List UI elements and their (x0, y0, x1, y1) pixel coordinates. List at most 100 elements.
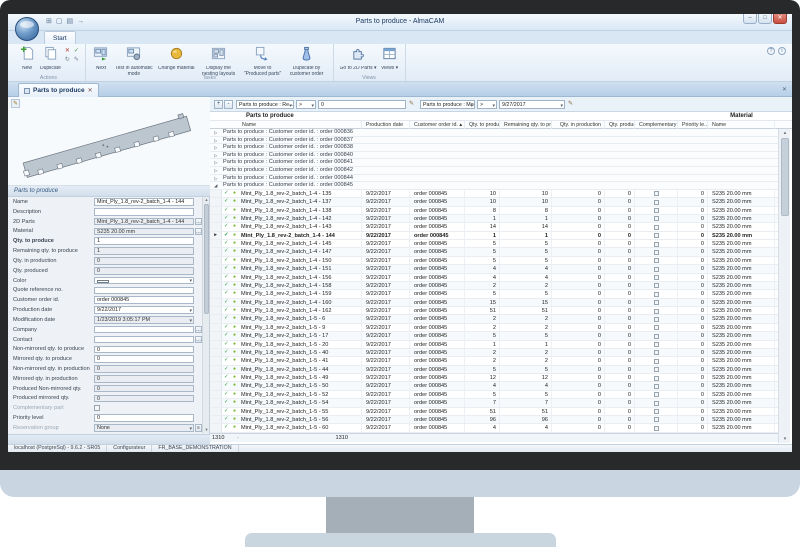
group-row[interactable]: ◢Parts to produce : Customer order id. :… (210, 182, 778, 190)
table-row[interactable]: ✓●Mint_Ply_1.8_rev-2_batch_1-4 - 1609/22… (210, 299, 778, 307)
field-input-4[interactable]: 1 (94, 237, 194, 245)
tab-start[interactable]: Start (44, 31, 76, 44)
layout-icon[interactable]: ⊞ (46, 17, 52, 27)
collapsed-icon[interactable]: ▷ (214, 144, 217, 152)
group-row[interactable]: ▷Parts to produce : Customer order id. :… (210, 167, 778, 175)
scroll-down-icon[interactable]: ▾ (779, 436, 791, 442)
complementary-checkbox[interactable] (654, 409, 659, 414)
table-row[interactable]: ✓●Mint_Ply_1.8_rev-2_batch_1-4 - 1479/22… (210, 248, 778, 256)
group-row[interactable]: ▷Parts to produce : Customer order id. :… (210, 175, 778, 183)
row-selector-cell[interactable] (210, 307, 222, 314)
row-selector-cell[interactable] (210, 349, 222, 356)
arrow-icon[interactable]: → (77, 17, 84, 27)
filter2-field-select[interactable]: Parts to produce : Mo...▾ (420, 100, 475, 110)
field-input-9[interactable] (94, 287, 194, 295)
column-header-8[interactable]: Priority le... (678, 121, 708, 129)
minimize-button[interactable]: – (743, 14, 757, 24)
window-icon[interactable]: ▢ (56, 17, 63, 27)
field-input-0[interactable]: Mint_Ply_1.8_rev-2_batch_1-4 - 144 (94, 198, 194, 206)
field-input-10[interactable]: order 000845 (94, 296, 194, 304)
complementary-checkbox[interactable] (654, 300, 659, 305)
table-row[interactable]: ✓●Mint_Ply_1.8_rev-2_batch_1-4 - 1629/22… (210, 307, 778, 315)
scroll-up-icon[interactable]: ▴ (779, 130, 791, 136)
column-header-3[interactable]: Qty. to produce (465, 121, 500, 129)
complementary-checkbox[interactable] (654, 325, 659, 330)
complementary-checkbox[interactable] (654, 250, 659, 255)
panel-scrollbar-thumb[interactable] (204, 204, 209, 314)
scroll-down-icon[interactable]: ▾ (203, 427, 210, 433)
nest-button[interactable]: Next (90, 45, 112, 79)
table-row[interactable]: ✓●Mint_Ply_1.8_rev-2_batch_1-4 - 1389/22… (210, 207, 778, 215)
row-selector-cell[interactable] (210, 265, 222, 272)
field-input-15[interactable]: 0 (94, 346, 194, 354)
column-header-2[interactable]: Customer order id. ▴ (410, 121, 465, 129)
duplicate-button[interactable]: Duplicate (38, 45, 63, 79)
group-row[interactable]: ▷Parts to produce : Customer order id. :… (210, 129, 778, 137)
complementary-checkbox[interactable] (654, 283, 659, 288)
complementary-checkbox[interactable] (654, 334, 659, 339)
group-row[interactable]: ▷Parts to produce : Customer order id. :… (210, 152, 778, 160)
add-filter-button[interactable]: + (214, 100, 223, 109)
field-input-14[interactable] (94, 336, 194, 344)
table-row[interactable]: ✓●Mint_Ply_1.8_rev-2_batch_1-5 - 549/22/… (210, 399, 778, 407)
list-icon[interactable]: ▤ (67, 17, 74, 27)
table-row[interactable]: ✓●Mint_Ply_1.8_rev-2_batch_1-4 - 1569/22… (210, 274, 778, 282)
field-input-13[interactable] (94, 326, 194, 334)
row-selector-cell[interactable] (210, 408, 222, 415)
complementary-checkbox[interactable] (654, 376, 659, 381)
info-icon[interactable]: i (778, 47, 786, 55)
row-selector-cell[interactable] (210, 215, 222, 222)
table-row[interactable]: ✓●Mint_Ply_1.8_rev-2_batch_1-5 - 559/22/… (210, 408, 778, 416)
field-input-11[interactable]: 9/22/2017▾ (94, 306, 194, 314)
collapsed-icon[interactable]: ▷ (214, 167, 217, 175)
column-header-9[interactable]: Name (708, 121, 775, 129)
scroll-up-icon[interactable]: ▴ (203, 197, 210, 203)
table-row[interactable]: ✓●Mint_Ply_1.8_rev-2_batch_1-4 - 1359/22… (210, 190, 778, 198)
row-selector-cell[interactable] (210, 332, 222, 339)
complementary-part-checkbox[interactable] (94, 405, 100, 411)
group-row[interactable]: ▷Parts to produce : Customer order id. :… (210, 159, 778, 167)
help-icon[interactable]: ? (767, 47, 775, 55)
table-row[interactable]: ✓●Mint_Ply_1.8_rev-2_batch_1-4 - 1509/22… (210, 257, 778, 265)
column-header-0[interactable]: Name (222, 121, 362, 129)
group-row[interactable]: ▷Parts to produce : Customer order id. :… (210, 144, 778, 152)
ellipsis-button[interactable]: … (195, 228, 202, 236)
row-selector-cell[interactable] (210, 248, 222, 255)
field-input-1[interactable] (94, 208, 194, 216)
filter1-field-select[interactable]: Parts to produce : Re...▾ (236, 100, 294, 110)
column-header-6[interactable]: Qty. produced (605, 121, 635, 129)
complementary-checkbox[interactable] (654, 200, 659, 205)
row-selector-cell[interactable] (210, 366, 222, 373)
complementary-checkbox[interactable] (654, 191, 659, 196)
row-selector-cell[interactable] (210, 274, 222, 281)
row-selector-cell[interactable] (210, 198, 222, 205)
complementary-checkbox[interactable] (654, 317, 659, 322)
complementary-checkbox[interactable] (654, 392, 659, 397)
complementary-checkbox[interactable] (654, 242, 659, 247)
table-row[interactable]: ✓●Mint_Ply_1.8_rev-2_batch_1-4 - 1589/22… (210, 282, 778, 290)
complementary-checkbox[interactable] (654, 233, 659, 238)
complementary-checkbox[interactable] (654, 401, 659, 406)
column-header-1[interactable]: Production date (362, 121, 410, 129)
panel-section-header[interactable]: Parts to produce (8, 186, 210, 197)
panel-scrollbar[interactable]: ▴ ▾ (202, 197, 209, 433)
go-to-2d-parts-button[interactable]: Go to 2D Parts ▾ (338, 45, 379, 79)
collapsed-icon[interactable]: ▷ (214, 159, 217, 167)
filter1-value-input[interactable]: 0 (318, 100, 406, 110)
collapsed-icon[interactable]: ▷ (214, 129, 217, 137)
close-button[interactable]: ✕ (773, 14, 787, 24)
row-selector-cell[interactable] (210, 357, 222, 364)
table-row[interactable]: ✓●Mint_Ply_1.8_rev-2_batch_1-4 - 1439/22… (210, 223, 778, 231)
table-row[interactable]: ✓●Mint_Ply_1.8_rev-2_batch_1-4 - 1519/22… (210, 265, 778, 273)
table-row[interactable]: ✓●Mint_Ply_1.8_rev-2_batch_1-5 - 449/22/… (210, 366, 778, 374)
expanded-icon[interactable]: ◢ (214, 182, 217, 190)
row-selector-cell[interactable] (210, 416, 222, 423)
complementary-checkbox[interactable] (654, 417, 659, 422)
row-selector-cell[interactable] (210, 424, 222, 431)
group-row[interactable]: ▷Parts to produce : Customer order id. :… (210, 137, 778, 145)
complementary-checkbox[interactable] (654, 267, 659, 272)
nest-automatic-button[interactable]: Test in automatic mode (112, 45, 156, 79)
table-row[interactable]: ✓●Mint_Ply_1.8_rev-2_batch_1-5 - 99/22/2… (210, 324, 778, 332)
edit-icon[interactable]: ✎ (72, 56, 81, 65)
ellipsis-button[interactable]: … (195, 336, 202, 344)
